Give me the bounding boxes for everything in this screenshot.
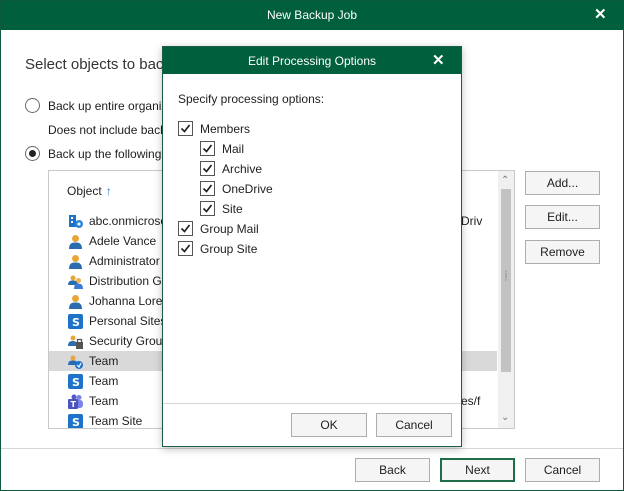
checkbox-onedrive[interactable] [200, 181, 215, 196]
list-item-label: Team [89, 374, 119, 388]
entire-org-note: Does not include back [48, 123, 167, 137]
option-group-mail[interactable]: Group Mail [178, 221, 259, 236]
option-label: Mail [222, 141, 245, 156]
option-members[interactable]: Members [178, 121, 250, 136]
list-item-label: Team [89, 354, 119, 368]
sharepoint-icon: S [68, 313, 83, 329]
radio-entire-org-button[interactable] [25, 98, 40, 113]
scroll-grip-icon: ⁝ ⁝ [504, 269, 508, 284]
list-item-label: Personal Sites [89, 314, 167, 328]
list-item-extra: es/f [461, 394, 481, 408]
option-archive[interactable]: Archive [200, 161, 262, 176]
checkbox-group-site[interactable] [178, 241, 193, 256]
page-heading: Select objects to bac [25, 56, 164, 73]
user-icon [68, 294, 83, 309]
ok-button[interactable]: OK [291, 413, 367, 437]
checkmark-icon [180, 124, 191, 133]
security-group-icon [68, 334, 83, 349]
option-label: Group Site [200, 241, 258, 256]
list-item-label: Team Site [89, 414, 143, 428]
scroll-up-icon[interactable]: ⌃ [501, 175, 509, 186]
add-button[interactable]: Add... [525, 171, 600, 195]
option-mail[interactable]: Mail [200, 141, 244, 156]
dialog-title: Edit Processing Options [247, 54, 377, 68]
organization-icon [68, 214, 83, 229]
close-icon[interactable]: ✕ [594, 7, 607, 22]
svg-text:S: S [72, 316, 80, 329]
radio-entire-org-label: Back up entire organiz [48, 98, 168, 113]
option-site[interactable]: Site [200, 201, 243, 216]
user-icon [68, 254, 83, 269]
list-item-extra: Driv [461, 214, 483, 228]
checkmark-icon [180, 244, 191, 253]
window-title: New Backup Job [266, 8, 358, 22]
footer-divider [1, 448, 623, 449]
dialog-footer-divider [163, 403, 461, 404]
remove-button[interactable]: Remove [525, 240, 600, 264]
list-item-label: Distribution Gr [89, 274, 166, 288]
radio-backup-entire-org[interactable]: Back up entire organiz [25, 98, 167, 113]
column-header-object[interactable]: Object ↑ [67, 184, 112, 198]
option-label: Members [200, 121, 251, 136]
teams-icon: T [68, 394, 83, 409]
dialog-close-icon[interactable]: ✕ [432, 53, 445, 68]
checkmark-icon [202, 164, 213, 173]
option-label: OneDrive [222, 181, 273, 196]
list-item-label: Team [89, 394, 119, 408]
checkbox-mail[interactable] [200, 141, 215, 156]
checkbox-site[interactable] [200, 201, 215, 216]
column-header-label: Object [67, 184, 102, 198]
svg-text:S: S [72, 416, 80, 429]
sharepoint-icon: S [68, 413, 83, 429]
list-item-label: abc.onmicroso [89, 214, 168, 228]
user-icon [68, 234, 83, 249]
radio-following-button[interactable] [25, 146, 40, 161]
group-icon [68, 274, 83, 289]
option-onedrive[interactable]: OneDrive [200, 181, 273, 196]
dialog-cancel-button[interactable]: Cancel [376, 413, 452, 437]
radio-following-label: Back up the following [48, 146, 162, 161]
radio-backup-following[interactable]: Back up the following [25, 146, 161, 161]
list-item-label: Johanna Loren [89, 294, 170, 308]
next-button[interactable]: Next [440, 458, 515, 482]
option-label: Group Mail [200, 221, 259, 236]
scroll-down-icon[interactable]: ⌄ [501, 412, 509, 423]
svg-text:S: S [72, 376, 80, 389]
back-button[interactable]: Back [355, 458, 430, 482]
dialog-titlebar: Edit Processing Options ✕ [163, 47, 461, 74]
team-group-icon [68, 354, 83, 369]
option-label: Archive [222, 161, 263, 176]
window-titlebar: New Backup Job ✕ [1, 1, 623, 30]
svg-text:T: T [71, 400, 77, 409]
dialog-prompt: Specify processing options: [178, 92, 325, 106]
sort-ascending-icon: ↑ [105, 184, 112, 198]
checkmark-icon [202, 204, 213, 213]
checkmark-icon [202, 184, 213, 193]
checkbox-group-mail[interactable] [178, 221, 193, 236]
checkbox-members[interactable] [178, 121, 193, 136]
checkbox-archive[interactable] [200, 161, 215, 176]
checkmark-icon [202, 144, 213, 153]
list-item-label: Administrator [89, 254, 160, 268]
list-item-label: Adele Vance [89, 234, 157, 248]
option-label: Site [222, 201, 243, 216]
edit-button[interactable]: Edit... [525, 205, 600, 229]
option-group-site[interactable]: Group Site [178, 241, 257, 256]
edit-processing-options-dialog: Edit Processing Options ✕ Specify proces… [162, 46, 462, 447]
list-item-label: Security Group [89, 334, 170, 348]
cancel-button[interactable]: Cancel [525, 458, 600, 482]
sharepoint-icon: S [68, 373, 83, 389]
checkmark-icon [180, 224, 191, 233]
